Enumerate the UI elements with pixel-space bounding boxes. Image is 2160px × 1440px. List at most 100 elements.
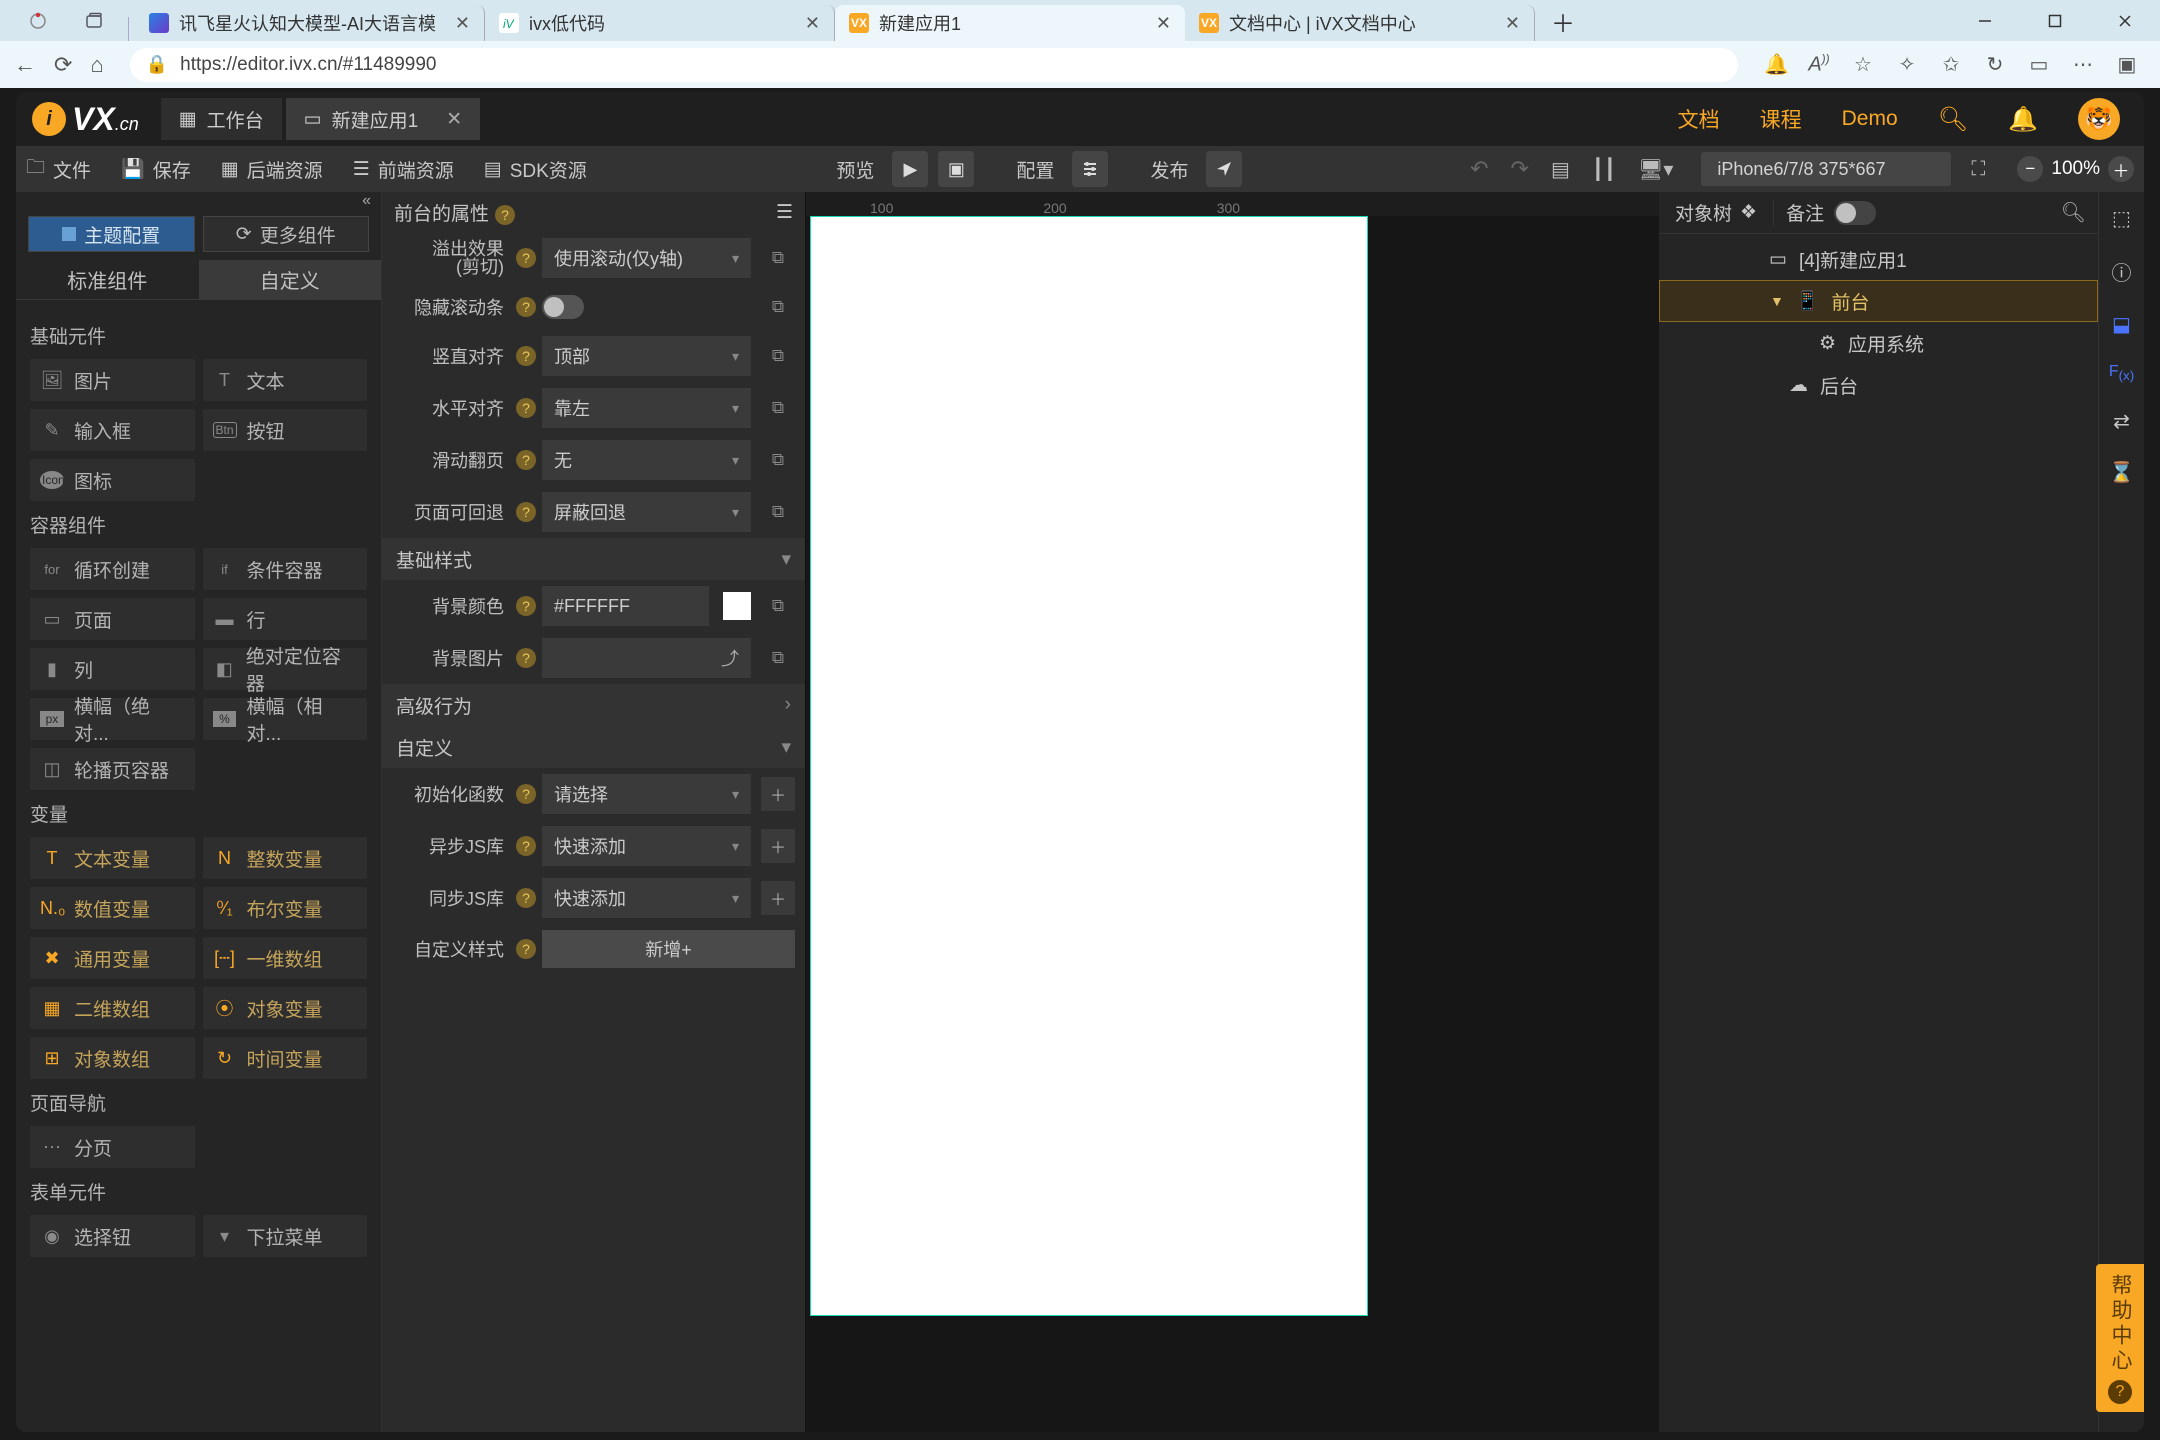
system-menu-icon[interactable] <box>10 1 66 41</box>
valign-select[interactable]: 顶部▾ <box>542 336 751 376</box>
menu-frontend[interactable]: ☰前端资源 <box>353 156 454 183</box>
comp-radio[interactable]: ◉选择钮 <box>30 1215 195 1257</box>
halign-select[interactable]: 靠左▾ <box>542 388 751 428</box>
help-icon[interactable]: ? <box>516 398 536 418</box>
add-button[interactable]: ＋ <box>761 777 795 811</box>
tab-custom[interactable]: 自定义 <box>199 260 382 299</box>
menu-file[interactable]: 🗀文件 <box>26 153 91 185</box>
comp-carousel[interactable]: ◫轮播页容器 <box>30 748 195 790</box>
help-icon[interactable]: ? <box>495 205 515 225</box>
back-select[interactable]: 屏蔽回退▾ <box>542 492 751 532</box>
browser-tab-1[interactable]: iV ivx低代码 ✕ <box>485 5 835 41</box>
preview-qr-button[interactable]: ▣ <box>938 151 974 187</box>
section-basic-style[interactable]: 基础样式▾ <box>382 538 805 580</box>
section-custom[interactable]: 自定义▾ <box>382 726 805 768</box>
copy-icon[interactable]: ⧉ <box>761 391 795 425</box>
collections-icon[interactable]: ▭ <box>2028 52 2050 77</box>
back-button[interactable]: ← <box>14 52 36 78</box>
search-icon[interactable]: 🔍︎ <box>1938 105 1968 134</box>
device-select[interactable]: iPhone6/7/8 375*667 <box>1701 152 1951 186</box>
tab-object-tree[interactable]: 对象树❖ <box>1659 192 1773 233</box>
init-fn-select[interactable]: 请选择▾ <box>542 774 751 814</box>
var-obj[interactable]: ⦿对象变量 <box>203 987 368 1029</box>
var-arr1[interactable]: [┄]一维数组 <box>203 937 368 979</box>
help-icon[interactable]: ? <box>516 784 536 804</box>
search-tree-icon[interactable]: 🔍︎ <box>2049 200 2098 225</box>
help-button[interactable]: 帮助中心 ? <box>2096 1264 2144 1412</box>
comp-text[interactable]: T文本 <box>203 359 368 401</box>
menu-backend[interactable]: ▦后端资源 <box>221 156 323 183</box>
sidebar-toggle-icon[interactable]: ▣ <box>2116 52 2138 77</box>
comp-row[interactable]: ▬行 <box>203 598 368 640</box>
var-arr2[interactable]: ▦二维数组 <box>30 987 195 1029</box>
comp-page[interactable]: ▭页面 <box>30 598 195 640</box>
copy-icon[interactable]: ⧉ <box>761 589 795 623</box>
zoom-out-button[interactable]: − <box>2017 156 2043 182</box>
tree-node-front[interactable]: ▼📱前台 <box>1659 280 2098 322</box>
copy-icon[interactable]: ⧉ <box>761 641 795 675</box>
help-icon[interactable]: ? <box>516 888 536 908</box>
tree-node-app[interactable]: ▭[4]新建应用1 <box>1659 238 2098 280</box>
comp-dropdown[interactable]: ▾下拉菜单 <box>203 1215 368 1257</box>
device-icon[interactable]: 🖥▾ <box>1632 157 1679 182</box>
memo-toggle[interactable] <box>1834 201 1876 225</box>
var-int[interactable]: N整数变量 <box>203 837 368 879</box>
copy-icon[interactable]: ⧉ <box>761 443 795 477</box>
close-icon[interactable]: ✕ <box>1156 13 1171 34</box>
maximize-button[interactable] <box>2020 1 2090 41</box>
menu-icon[interactable]: ☰ <box>776 201 793 224</box>
comp-icon[interactable]: Icon图标 <box>30 459 195 501</box>
comp-col[interactable]: ▮列 <box>30 648 195 690</box>
async-js-select[interactable]: 快速添加▾ <box>542 826 751 866</box>
browser-tab-0[interactable]: 讯飞星火认知大模型-AI大语言模 ✕ <box>135 5 485 41</box>
copy-icon[interactable]: ⧉ <box>761 495 795 529</box>
zoom-in-button[interactable]: ＋ <box>2108 156 2134 182</box>
cube-icon[interactable]: ⬚ <box>2112 206 2131 231</box>
favorites-bar-icon[interactable]: ✩ <box>1940 52 1962 77</box>
upload-icon[interactable]: ⤴ <box>721 645 739 671</box>
tree-node-back[interactable]: ☁后台 <box>1659 364 2098 406</box>
url-input[interactable]: 🔒 https://editor.ivx.cn/#11489990 <box>130 48 1738 82</box>
link-docs[interactable]: 文档 <box>1678 104 1720 134</box>
browser-tab-2[interactable]: VX 新建应用1 ✕ <box>835 5 1185 41</box>
hide-scroll-toggle[interactable] <box>542 295 584 319</box>
info-icon[interactable]: ⓘ <box>2112 257 2132 286</box>
theme-config-button[interactable]: 主题配置 <box>28 216 195 252</box>
favorite-icon[interactable]: ☆ <box>1852 52 1874 77</box>
hourglass-icon[interactable]: ⌛ <box>2109 460 2134 485</box>
add-button[interactable]: ＋ <box>761 829 795 863</box>
help-icon[interactable]: ? <box>516 596 536 616</box>
add-button[interactable]: ＋ <box>761 881 795 915</box>
copy-icon[interactable]: ⧉ <box>761 339 795 373</box>
menu-sdk[interactable]: ▤SDK资源 <box>484 156 587 183</box>
bell-icon[interactable]: 🔔 <box>2008 105 2038 134</box>
canvas-page[interactable] <box>810 216 1368 1316</box>
align-left-icon[interactable]: ▤ <box>1545 157 1576 182</box>
comp-button[interactable]: Btn按钮 <box>203 409 368 451</box>
help-icon[interactable]: ? <box>516 502 536 522</box>
avatar[interactable]: 🐯 <box>2078 98 2120 140</box>
help-icon[interactable]: ? <box>516 450 536 470</box>
minimize-button[interactable] <box>1950 1 2020 41</box>
comp-banner-abs[interactable]: px横幅（绝对... <box>30 698 195 740</box>
debug-icon[interactable]: ⬓ <box>2112 312 2131 337</box>
comp-input[interactable]: ✎输入框 <box>30 409 195 451</box>
var-num[interactable]: N.₀数值变量 <box>30 887 195 929</box>
browser-tab-3[interactable]: VX 文档中心 | iVX文档中心 ✕ <box>1185 5 1535 41</box>
redo-button[interactable]: ↷ <box>1505 156 1535 182</box>
help-icon[interactable]: ? <box>516 939 536 959</box>
var-time[interactable]: ↻时间变量 <box>203 1037 368 1079</box>
comp-pager[interactable]: ⋯分页 <box>30 1126 195 1168</box>
notifications-muted-icon[interactable]: 🔔 <box>1764 52 1786 77</box>
align-center-icon[interactable]: ┃┃ <box>1586 157 1622 182</box>
canvas[interactable]: 100200300 <box>806 192 1659 1432</box>
help-icon[interactable]: ? <box>516 248 536 268</box>
tab-current-app[interactable]: ▭ 新建应用1 ✕ <box>286 98 480 140</box>
link-course[interactable]: 课程 <box>1760 104 1802 134</box>
close-icon[interactable]: ✕ <box>1505 13 1520 34</box>
help-icon[interactable]: ? <box>516 648 536 668</box>
more-components-button[interactable]: ⟳更多组件 <box>203 216 370 252</box>
menu-save[interactable]: 💾保存 <box>121 156 191 183</box>
tab-overview-icon[interactable] <box>66 1 122 41</box>
add-custom-style-button[interactable]: 新增+ <box>542 930 795 968</box>
